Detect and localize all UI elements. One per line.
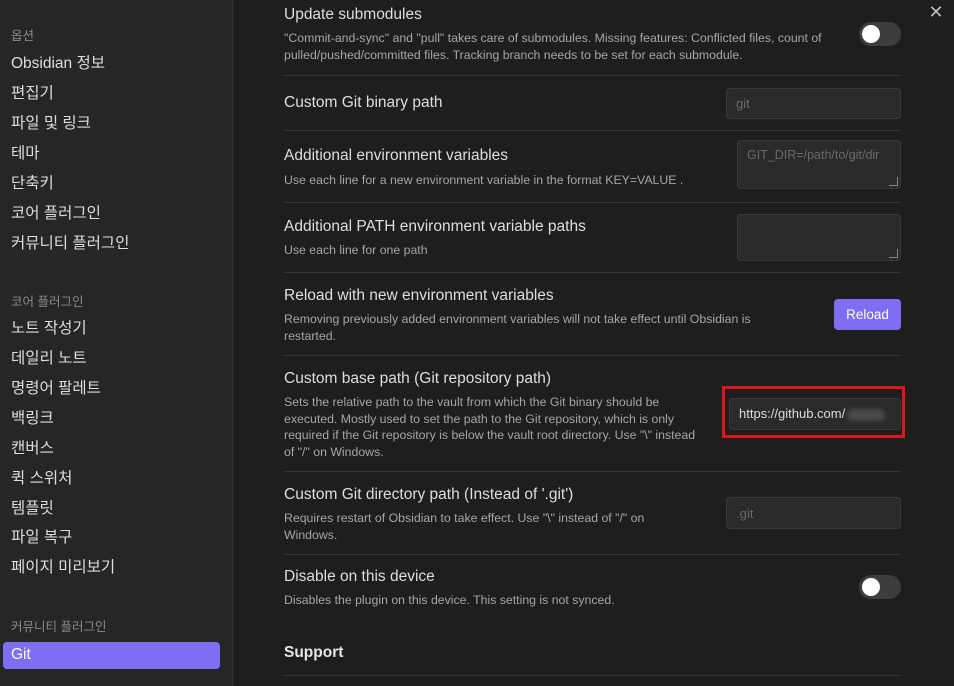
setting-path-variables: Additional PATH environment variable pat… [284, 203, 901, 273]
env-variables-container [737, 140, 901, 189]
setting-title: Additional PATH environment variable pat… [284, 218, 586, 235]
sidebar-item-command-palette[interactable]: 명령어 팔레트 [11, 376, 101, 402]
sidebar-heading-options: 옵션 [11, 29, 35, 43]
setting-description: Disables the plugin on this device. This… [284, 593, 615, 607]
highlight-box [722, 386, 905, 438]
path-variables-container [737, 214, 901, 261]
reload-button[interactable]: Reload [834, 299, 901, 330]
sidebar-item-community-plugins[interactable]: 커뮤니티 플러그인 [11, 231, 129, 257]
setting-title: Custom base path (Git repository path) [284, 370, 552, 387]
sidebar-item-note-composer[interactable]: 노트 작성기 [11, 316, 87, 342]
setting-git-binary-path: Custom Git binary path [284, 76, 901, 131]
support-heading: Support [284, 644, 344, 661]
sidebar-item-editor[interactable]: 편집기 [11, 81, 54, 107]
setting-title: Custom Git binary path [284, 94, 443, 111]
settings-sidebar: 옵션 Obsidian 정보 편집기 파일 및 링크 테마 단축키 코어 플러그… [0, 0, 233, 686]
sidebar-item-canvas[interactable]: 캔버스 [11, 436, 54, 462]
setting-title: Update submodules [284, 6, 422, 23]
sidebar-item-backlinks[interactable]: 백링크 [11, 406, 54, 432]
setting-update-submodules: Update submodules "Commit-and-sync" and … [284, 0, 901, 76]
disable-device-toggle[interactable] [859, 575, 901, 599]
setting-description: Use each line for one path [284, 243, 428, 257]
resize-handle-icon[interactable] [889, 177, 898, 186]
settings-content: ✕ Update submodules "Commit-and-sync" an… [234, 0, 954, 686]
settings-window: 옵션 Obsidian 정보 편집기 파일 및 링크 테마 단축키 코어 플러그… [0, 0, 954, 686]
sidebar-heading-community: 커뮤니티 플러그인 [11, 620, 107, 634]
sidebar-item-page-preview[interactable]: 페이지 미리보기 [11, 555, 115, 581]
sidebar-item-hotkeys[interactable]: 단축키 [11, 171, 54, 197]
setting-title: Additional environment variables [284, 147, 509, 164]
setting-env-variables: Additional environment variables Use eac… [284, 131, 901, 203]
git-binary-path-input[interactable] [726, 88, 901, 119]
sidebar-item-core-plugins[interactable]: 코어 플러그인 [11, 201, 101, 227]
sidebar-item-templates[interactable]: 템플릿 [11, 496, 54, 522]
sidebar-item-theme[interactable]: 테마 [11, 141, 40, 167]
setting-disable-device: Disable on this device Disables the plug… [284, 555, 901, 625]
setting-description: Requires restart of Obsidian to take eff… [284, 511, 645, 542]
sidebar-item-about[interactable]: Obsidian 정보 [11, 51, 105, 77]
sidebar-item-files-links[interactable]: 파일 및 링크 [11, 111, 91, 137]
sidebar-heading-core: 코어 플러그인 [11, 295, 84, 309]
setting-git-directory-path: Custom Git directory path (Instead of '.… [284, 472, 901, 555]
setting-title: Reload with new environment variables [284, 287, 554, 304]
toggle-knob [862, 25, 880, 43]
update-submodules-toggle[interactable] [859, 22, 901, 46]
setting-description: Sets the relative path to the vault from… [284, 395, 696, 459]
setting-title: Disable on this device [284, 568, 435, 585]
git-directory-path-input[interactable] [726, 497, 901, 529]
sidebar-item-quick-switcher[interactable]: 퀵 스위처 [11, 466, 72, 492]
sidebar-item-git[interactable]: Git [3, 642, 220, 669]
sidebar-item-daily-notes[interactable]: 데일리 노트 [11, 346, 87, 372]
setting-reload-env: Reload with new environment variables Re… [284, 273, 901, 356]
env-variables-textarea[interactable] [737, 140, 901, 189]
setting-description: Removing previously added environment va… [284, 312, 751, 343]
sidebar-item-file-recovery[interactable]: 파일 복구 [11, 525, 72, 551]
close-icon[interactable]: ✕ [926, 2, 946, 22]
resize-handle-icon[interactable] [889, 249, 898, 258]
setting-description: Use each line for a new environment vari… [284, 173, 684, 187]
setting-title: Custom Git directory path (Instead of '.… [284, 486, 574, 503]
path-variables-textarea[interactable] [737, 214, 901, 261]
toggle-knob [862, 578, 880, 596]
setting-description: "Commit-and-sync" and "pull" takes care … [284, 31, 822, 62]
divider [284, 675, 901, 676]
